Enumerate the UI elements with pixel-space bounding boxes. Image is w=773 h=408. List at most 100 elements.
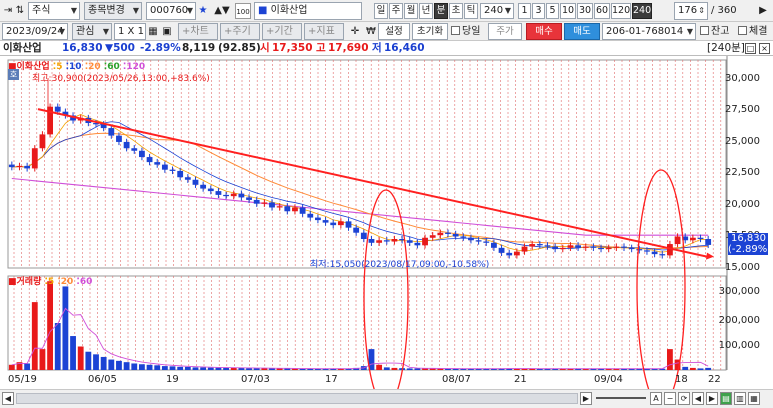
crosshair-icon[interactable]: ✛ bbox=[348, 24, 362, 40]
settings-button[interactable]: 설정 bbox=[378, 23, 410, 40]
nav-first-icon[interactable]: ◀ bbox=[692, 392, 704, 405]
volume-bar bbox=[93, 354, 99, 370]
quote-high-label: 고 bbox=[316, 42, 326, 54]
x-tick: 09/04 bbox=[594, 374, 623, 385]
scroll-left-icon[interactable]: ◀ bbox=[2, 392, 14, 405]
nav-last-icon[interactable]: ▶ bbox=[706, 392, 718, 405]
interval-5[interactable]: 5 bbox=[546, 3, 559, 19]
star-icon[interactable]: ★ bbox=[197, 3, 209, 19]
pin-icon[interactable]: ⇥ bbox=[2, 3, 14, 19]
candle-body bbox=[552, 246, 559, 250]
interval-120[interactable]: 120 bbox=[611, 3, 631, 19]
menu-arrow-icon[interactable]: ▶ bbox=[756, 3, 770, 19]
sell-order-button[interactable]: 매수 bbox=[526, 23, 562, 40]
volume-bar bbox=[705, 367, 712, 370]
interval-10[interactable]: 10 bbox=[560, 3, 576, 19]
candle-body bbox=[292, 207, 298, 212]
chart-canvas[interactable] bbox=[0, 56, 773, 389]
period-year[interactable]: 년 bbox=[419, 3, 433, 19]
quote-low: 16,460 bbox=[384, 42, 425, 54]
volume-bar bbox=[146, 364, 153, 370]
candle-body bbox=[391, 239, 398, 242]
candle-body bbox=[131, 148, 138, 151]
tab-period[interactable]: +기간 bbox=[262, 23, 302, 40]
account-select[interactable]: 206-01-768014 ▼ bbox=[602, 23, 696, 40]
tab-indicator[interactable]: +지표 bbox=[304, 23, 344, 40]
save-icon[interactable]: ▦ bbox=[748, 392, 760, 405]
interval-input[interactable]: 240 ▼ bbox=[480, 3, 514, 19]
candle-body bbox=[452, 233, 459, 237]
scroll-right-icon[interactable]: ▶ bbox=[580, 392, 592, 405]
market-type-select[interactable]: 주식 ▼ bbox=[28, 2, 80, 20]
candle-body bbox=[31, 148, 38, 169]
period-second[interactable]: 초 bbox=[449, 3, 463, 19]
tab-chart[interactable]: +차트 bbox=[178, 23, 218, 40]
price-button[interactable]: 주가 bbox=[488, 23, 522, 40]
zoom-out-icon[interactable]: − bbox=[664, 392, 676, 405]
stock-name-field[interactable]: ■ 이화산업 bbox=[254, 2, 362, 20]
stock-code-input[interactable]: 000760 ▼ bbox=[146, 2, 196, 20]
date-picker[interactable]: 2023/09/24 ▼ bbox=[2, 23, 68, 40]
period-tick[interactable]: 틱 bbox=[464, 3, 478, 19]
candle-body bbox=[200, 184, 207, 189]
chart-scrollbar[interactable]: ◀ ▶ A − ⟳ ◀ ▶ ▤ ▥ ▦ bbox=[0, 389, 773, 408]
hold-marker-icon: 호 bbox=[8, 69, 19, 80]
switch-stock-select[interactable]: 종목변경 ▼ bbox=[84, 2, 142, 20]
zoom-in-icon[interactable]: A bbox=[650, 392, 662, 405]
volume-bar bbox=[70, 336, 76, 370]
volume-bar bbox=[139, 364, 145, 370]
volume-bar bbox=[667, 349, 673, 370]
interval-60[interactable]: 60 bbox=[594, 3, 610, 19]
interval-240[interactable]: 240 bbox=[632, 3, 652, 19]
tab-cycle[interactable]: +주기 bbox=[220, 23, 260, 40]
period-week[interactable]: 주 bbox=[389, 3, 403, 19]
volume-bar bbox=[108, 359, 115, 370]
period-minute[interactable]: 분 bbox=[434, 3, 448, 19]
maximize-button[interactable]: □ bbox=[745, 43, 756, 54]
ratio-icon[interactable]: 100 bbox=[235, 3, 251, 19]
quote-low-label: 저 bbox=[372, 42, 382, 54]
excel-icon[interactable]: ▤ bbox=[720, 392, 732, 405]
zoom-slider[interactable] bbox=[596, 397, 646, 399]
reset-button[interactable]: 초기화 bbox=[412, 23, 448, 40]
close-button[interactable]: × bbox=[759, 43, 770, 54]
period-month[interactable]: 월 bbox=[404, 3, 418, 19]
candle-body bbox=[590, 246, 597, 248]
candle-body bbox=[544, 245, 551, 247]
quote-summary: 이화산업 16,830 ▼500 -2.89% 8,119 (92.85) 시 … bbox=[0, 41, 773, 56]
ma20-line bbox=[11, 132, 709, 250]
x-tick: 18 bbox=[675, 374, 688, 385]
candle-body bbox=[192, 179, 199, 185]
layout-icon[interactable]: ▣ bbox=[160, 24, 174, 40]
volume-bar bbox=[161, 366, 168, 370]
grid-icon[interactable]: ▦ bbox=[146, 24, 160, 40]
scroll-track[interactable] bbox=[16, 393, 578, 404]
candle-body bbox=[475, 240, 482, 242]
interval-30[interactable]: 30 bbox=[577, 3, 593, 19]
candle-body bbox=[169, 169, 176, 171]
filled-checkbox[interactable]: 체결 bbox=[738, 25, 767, 38]
interval-1[interactable]: 1 bbox=[518, 3, 531, 19]
volume-bar bbox=[77, 346, 84, 370]
volume-bar bbox=[184, 366, 191, 370]
period-day[interactable]: 일 bbox=[374, 3, 388, 19]
candle-body bbox=[621, 246, 627, 248]
volume-bar bbox=[689, 367, 696, 370]
interest-select[interactable]: 관심 ▼ bbox=[72, 23, 112, 40]
grid-layout-select[interactable]: 1 X 1 bbox=[114, 23, 146, 40]
same-day-checkbox[interactable]: 당일 bbox=[451, 25, 480, 38]
candle-body bbox=[567, 245, 574, 248]
refresh-icon[interactable]: ⟳ bbox=[678, 392, 690, 405]
candle-body bbox=[437, 232, 444, 236]
candle-body bbox=[376, 240, 383, 243]
volume-bar bbox=[246, 368, 252, 370]
sort-icon[interactable]: ⇅ bbox=[14, 3, 26, 19]
print-icon[interactable]: ▥ bbox=[734, 392, 746, 405]
trend-arrow-icon bbox=[706, 252, 714, 260]
interval-3[interactable]: 3 bbox=[532, 3, 545, 19]
sticks-icon[interactable]: ₩ bbox=[364, 24, 378, 40]
bars-count-spinner[interactable]: 176 ⇕ bbox=[674, 2, 708, 20]
balance-checkbox[interactable]: 잔고 bbox=[700, 25, 729, 38]
buy-order-button[interactable]: 매도 bbox=[564, 23, 600, 40]
updown-icon[interactable]: ▲▼ bbox=[211, 3, 233, 19]
